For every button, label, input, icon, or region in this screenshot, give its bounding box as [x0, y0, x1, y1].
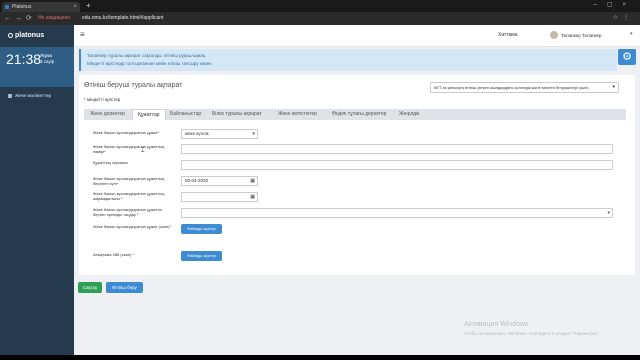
favicon-icon — [5, 5, 9, 9]
mouse-cursor-icon: ⌶ — [141, 148, 145, 154]
doc-issue-date-label: Жеке басын куәландыратын құжаттың берілг… — [93, 176, 165, 186]
logo[interactable]: platonus — [8, 32, 44, 39]
doc-number-input[interactable] — [181, 144, 613, 154]
info-alert: Талапкер туралы ақпарат сақталды. Өтініш… — [79, 49, 617, 71]
chevron-down-icon: ▾ — [607, 210, 610, 216]
close-tab-icon[interactable]: × — [73, 2, 77, 12]
clock-time: 21:38 — [6, 51, 42, 67]
doc-series-input[interactable] — [181, 160, 613, 170]
main-content: Талапкер туралы ақпарат сақталды. Өтініш… — [74, 47, 640, 355]
applicant-form-card: Өтініш беруші туралы ақпарат КЕТ-ға қаты… — [79, 75, 635, 275]
tab-education[interactable]: Білім туралы ақпарат — [212, 109, 262, 120]
nav-buttons[interactable]: ←→⟳ — [4, 12, 36, 25]
upload-doc-scan-button[interactable]: Файлды жүктеу — [181, 224, 222, 234]
calendar-icon[interactable]: ▦ — [250, 193, 255, 201]
doc-expiry-label: Жеке басын куәландыратын құжаттың жарамд… — [93, 191, 165, 201]
new-tab-button[interactable]: + — [86, 1, 91, 11]
windows-watermark-title: Активация Windows — [464, 321, 529, 328]
alert-line: Талапкер туралы ақпарат сақталды. Өтініш… — [87, 53, 206, 58]
header-menu-item[interactable]: Хаттама — [498, 32, 518, 39]
clock-widget: 21:38 Жұма 3 сауір — [0, 47, 74, 87]
page-title: Өтініш беруші туралы ақпарат — [84, 82, 183, 89]
doc-expiry-input[interactable]: ▦ — [181, 192, 258, 202]
address-bar: ←→⟳ Не защищено edu.nmu.kz/template.html… — [0, 12, 640, 25]
tab-documents[interactable]: Құжаттар — [132, 109, 166, 120]
form-tabs: Жеке деректер Құжаттар Байланыстар Білім… — [84, 109, 626, 120]
tab-achievements[interactable]: Жеке жетістіктер — [278, 109, 317, 120]
browser-menu-icons[interactable]: ☆⋮ — [613, 12, 634, 25]
application-type-select[interactable]: КЕТ-ға қатысуға өтініш (өткен жылдардағы… — [430, 82, 619, 93]
doc-scan-label: Жеке басын куәландыратын құжат (скан)* — [93, 224, 172, 229]
user-name[interactable]: Талапкер Талапкер — [561, 32, 602, 39]
menu-toggle-icon[interactable]: ≡ — [80, 30, 85, 40]
tab-additional-data[interactable]: Өңірлі тұлағы деректер — [332, 109, 386, 120]
browser-tab[interactable]: Platonus × — [2, 2, 80, 12]
doc-type-select[interactable]: жеке куәлік ▾ — [181, 129, 258, 139]
gear-icon[interactable]: ⚙ — [618, 49, 636, 65]
url-input[interactable]: edu.nmu.kz/template.html#/applicant — [82, 15, 163, 22]
doc-type-label: Жеке басын куәландыратын құжат* — [93, 130, 159, 135]
doc-issuer-select[interactable]: ▾ — [181, 208, 613, 218]
chevron-down-icon[interactable]: ▾ — [630, 31, 633, 38]
browser-tab-strip: Platonus × + –▢× — [0, 0, 640, 12]
tab-personal-data[interactable]: Жеке деректер — [90, 109, 125, 120]
chevron-down-icon: ▾ — [252, 131, 255, 137]
upload-form086-button[interactable]: Файлды жүктеу — [181, 251, 222, 261]
top-header: ≡ Хаттама Талапкер Талапкер ▾ — [74, 25, 640, 47]
browser-tab-title: Platonus — [12, 4, 32, 10]
not-secure-label[interactable]: Не защищено — [38, 15, 70, 22]
tab-privileges[interactable]: Жеңілдік — [399, 109, 419, 120]
submit-application-button[interactable]: Өтініш беру — [106, 282, 143, 293]
form086-label: Анықтама 086 (скан) * — [93, 252, 134, 257]
required-note: * міндетті өрістер — [84, 97, 121, 102]
alert-line: Міндетті өрістерді толтырғаннан кейін өт… — [87, 61, 212, 66]
calendar-icon[interactable]: ▦ — [250, 177, 255, 185]
sidebar: platonus 21:38 Жұма 3 сауір Жеке мәлімет… — [0, 25, 74, 355]
save-button[interactable]: Сақтау — [78, 282, 102, 293]
bottom-bar — [0, 355, 640, 360]
logo-icon — [8, 32, 13, 38]
doc-number-label: Жеке басын куәландыратын құжаттың нөмірі… — [93, 144, 165, 154]
avatar[interactable] — [550, 31, 558, 39]
windows-watermark-text: Чтобы активировать Windows, перейдите в … — [464, 331, 600, 336]
doc-series-label: Құжаттың сериясы — [93, 160, 128, 165]
chevron-down-icon: ▾ — [612, 84, 615, 90]
user-icon — [8, 93, 12, 98]
sidebar-item-personal-data[interactable]: Жеке мәліметтер — [0, 91, 74, 101]
doc-issue-date-input[interactable]: 00-04-2020 ▦ — [181, 176, 258, 186]
window-controls[interactable]: –▢× — [593, 0, 636, 11]
doc-issuer-label: Жеке басын куәландыратын құжатты берген … — [93, 207, 163, 217]
tab-contacts[interactable]: Байланыстар — [170, 109, 201, 120]
clock-date: 3 сауір — [40, 59, 55, 64]
